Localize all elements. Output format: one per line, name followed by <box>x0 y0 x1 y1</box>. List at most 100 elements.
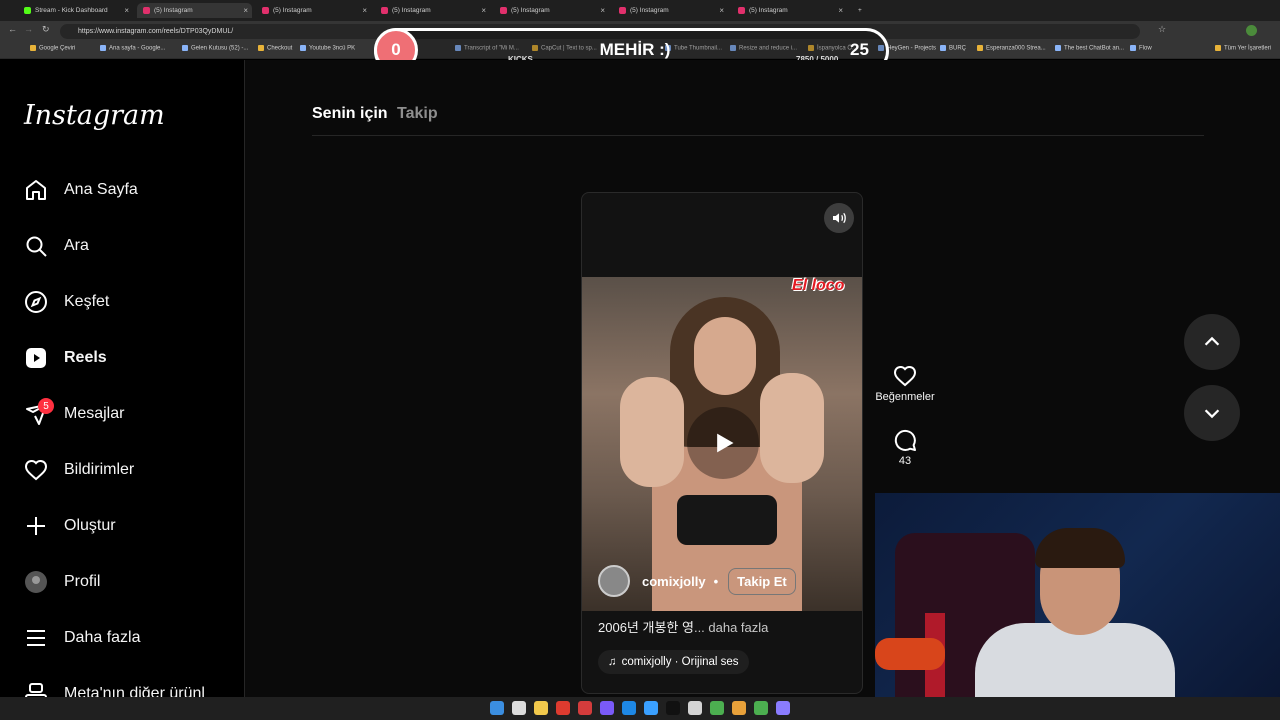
author-avatar[interactable] <box>598 565 630 597</box>
kick-title: MEHİR :) <box>599 40 671 59</box>
reel-audio[interactable]: ♫ comixjolly · Orijinal ses <box>598 650 749 674</box>
tab-favicon-icon <box>24 7 31 14</box>
bookmark-label: The best ChatBot an... <box>1064 45 1125 52</box>
taskbar-app-icon[interactable] <box>644 701 658 715</box>
new-tab-button[interactable]: + <box>852 3 868 18</box>
tab-for-you[interactable]: Senin için <box>312 105 388 123</box>
bookmark-item[interactable]: Ana sayfa - Google... <box>100 45 165 52</box>
next-reel-button[interactable] <box>1184 385 1240 441</box>
bookmark-star-icon[interactable]: ☆ <box>1158 24 1166 35</box>
taskbar-app-icon[interactable] <box>534 701 548 715</box>
bookmark-label: Checkout <box>267 45 293 52</box>
like-action[interactable]: Beğenmeler <box>870 364 940 403</box>
sidebar-item-label: Reels <box>64 349 107 366</box>
bookmark-label: Google Çeviri <box>39 45 76 52</box>
browser-tab[interactable]: Stream - Kick Dashboard × <box>18 3 133 18</box>
profile-avatar[interactable] <box>1246 25 1257 36</box>
taskbar-app-icon[interactable] <box>578 701 592 715</box>
tab-following[interactable]: Takip <box>397 105 438 123</box>
menu-icon <box>24 626 64 650</box>
sidebar-item-search[interactable]: Ara <box>24 232 89 260</box>
video-subject-top <box>677 495 777 545</box>
sidebar-item-avatar[interactable]: Profil <box>24 568 100 596</box>
reel-card[interactable]: El loco comixjolly • Takip Et 2006년 개봉한 … <box>581 192 863 694</box>
sidebar-item-home[interactable]: Ana Sayfa <box>24 176 138 204</box>
taskbar-app-icon[interactable] <box>490 701 504 715</box>
browser-tab[interactable]: (5) Instagram × <box>137 3 252 18</box>
music-note-icon: ♫ <box>608 656 617 668</box>
back-icon[interactable]: ← <box>8 24 17 34</box>
video-subject-face <box>694 317 756 395</box>
taskbar-app-icon[interactable] <box>776 701 790 715</box>
plus-icon <box>24 514 64 538</box>
tab-title: (5) Instagram <box>273 7 312 14</box>
close-tab-icon[interactable]: × <box>243 6 248 15</box>
taskbar-app-icon[interactable] <box>600 701 614 715</box>
sidebar-item-label: Ara <box>64 237 89 254</box>
close-tab-icon[interactable]: × <box>481 6 486 15</box>
bookmark-icon <box>977 45 983 51</box>
sidebar-item-compass[interactable]: Keşfet <box>24 288 109 316</box>
bookmark-icon <box>1130 45 1136 51</box>
author-name[interactable]: comixjolly <box>642 574 706 589</box>
browser-tab[interactable]: (5) Instagram × <box>256 3 371 18</box>
bookmark-item[interactable]: Google Çeviri <box>30 45 75 52</box>
sidebar-item-heart[interactable]: Bildirimler <box>24 456 134 484</box>
comment-action[interactable]: 43 <box>885 428 925 467</box>
bookmark-label: Flow <box>1139 45 1152 52</box>
taskbar-app-icon[interactable] <box>512 701 526 715</box>
close-tab-icon[interactable]: × <box>719 6 724 15</box>
bookmark-item[interactable]: Esperanza000 Strea... <box>977 45 1046 52</box>
close-tab-icon[interactable]: × <box>124 6 129 15</box>
previous-reel-button[interactable] <box>1184 314 1240 370</box>
taskbar-app-icon[interactable] <box>754 701 768 715</box>
taskbar-app-icon[interactable] <box>666 701 680 715</box>
bookmark-icon <box>940 45 946 51</box>
browser-tab[interactable]: (5) Instagram × <box>494 3 609 18</box>
reload-icon[interactable]: ↻ <box>42 24 50 35</box>
bookmark-item[interactable]: Checkout <box>258 45 292 52</box>
browser-tab[interactable]: (5) Instagram × <box>732 3 847 18</box>
sidebar-item-menu[interactable]: Daha fazla <box>24 624 141 652</box>
taskbar-app-icon[interactable] <box>732 701 746 715</box>
video-subject-left-hand <box>620 377 684 487</box>
tab-title: (5) Instagram <box>392 7 431 14</box>
play-icon[interactable] <box>687 407 759 479</box>
taskbar-app-icon[interactable] <box>688 701 702 715</box>
bookmark-label: HeyGen - Projects <box>887 45 937 52</box>
bookmark-item[interactable]: Youtube 3ncü PK <box>300 45 355 52</box>
sidebar-item-label: Ana Sayfa <box>64 181 138 198</box>
tab-title: (5) Instagram <box>154 7 193 14</box>
sidebar-item-plus[interactable]: Oluştur <box>24 512 116 540</box>
chevron-down-icon <box>1204 409 1220 419</box>
avatar-icon <box>24 570 64 594</box>
bookmark-icon <box>1055 45 1061 51</box>
follow-button[interactable]: Takip Et <box>728 567 796 595</box>
sidebar-item-reels[interactable]: Reels <box>24 344 107 372</box>
caption-more-link[interactable]: ... daha fazla <box>694 620 768 635</box>
reels-icon <box>24 346 64 370</box>
close-tab-icon[interactable]: × <box>362 6 367 15</box>
streamer-hair <box>1035 528 1125 568</box>
browser-tab[interactable]: (5) Instagram × <box>375 3 490 18</box>
tab-favicon-icon <box>738 7 745 14</box>
bookmark-icon <box>182 45 188 51</box>
sidebar-item-messenger[interactable]: 5 Mesajlar <box>24 398 124 428</box>
bookmark-item[interactable]: Flow <box>1130 45 1152 52</box>
bookmark-item[interactable]: BURÇ <box>940 45 966 52</box>
volume-icon[interactable] <box>824 203 854 233</box>
taskbar-app-icon[interactable] <box>556 701 570 715</box>
bookmark-item[interactable]: The best ChatBot an... <box>1055 45 1124 52</box>
tab-favicon-icon <box>619 7 626 14</box>
taskbar-app-icon[interactable] <box>622 701 636 715</box>
close-tab-icon[interactable]: × <box>838 6 843 15</box>
taskbar-app-icon[interactable] <box>710 701 724 715</box>
forward-icon[interactable]: → <box>24 24 33 34</box>
bookmark-item[interactable]: Gelen Kutusu (52) -... <box>182 45 248 52</box>
close-tab-icon[interactable]: × <box>600 6 605 15</box>
instagram-logo[interactable]: Instagram <box>24 100 165 131</box>
author-separator: • <box>713 573 719 589</box>
bookmark-item[interactable]: Tüm Yer İşaretleri <box>1215 45 1271 52</box>
browser-tab[interactable]: (5) Instagram × <box>613 3 728 18</box>
reel-video[interactable]: El loco <box>582 277 862 611</box>
